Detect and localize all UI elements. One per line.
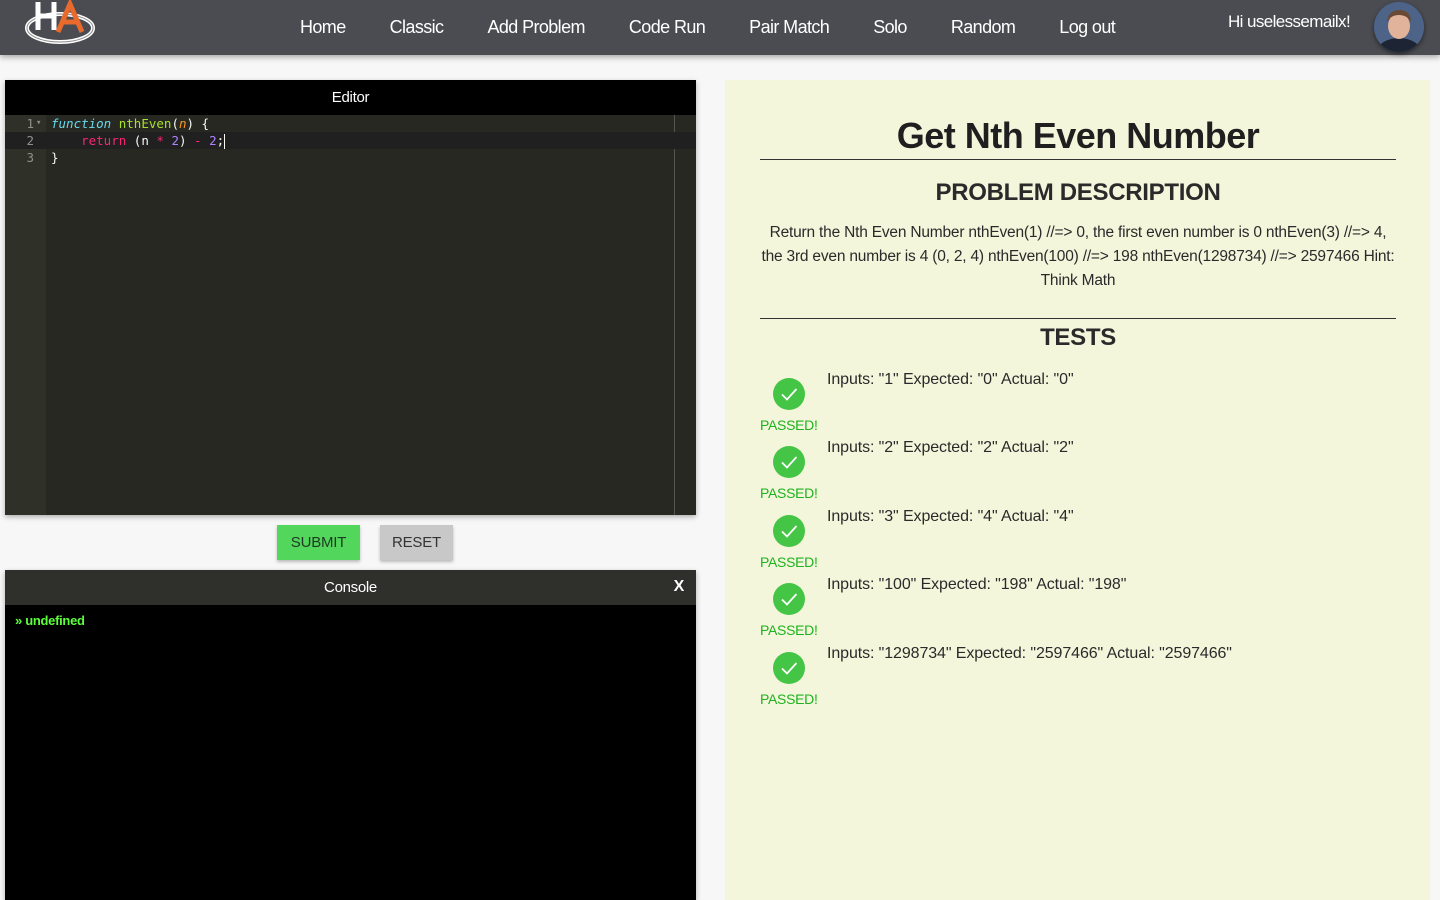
reset-button[interactable]: RESET <box>380 525 453 560</box>
test-details: Inputs: "1298734" Expected: "2597466" Ac… <box>827 645 1232 662</box>
editor-gutter <box>5 115 46 515</box>
nav-log-out[interactable]: Log out <box>1037 0 1137 55</box>
test-status: PASSED! <box>760 691 818 707</box>
code-line[interactable]: 3 } <box>5 149 696 166</box>
editor-header: Editor <box>5 80 696 115</box>
test-status: PASSED! <box>760 554 818 570</box>
user-greeting: Hi uselessemailx! <box>1228 12 1351 31</box>
line-number: 2 <box>26 133 34 148</box>
check-icon <box>773 652 805 684</box>
test-result-row: PASSED! Inputs: "1" Expected: "0" Actual… <box>760 368 1400 436</box>
fold-arrow-icon[interactable]: ▾ <box>36 115 41 132</box>
code-token: 2 <box>209 133 217 148</box>
code-token: ) <box>178 133 195 148</box>
test-details: Inputs: "3" Expected: "4" Actual: "4" <box>827 508 1074 525</box>
code-token: ; <box>216 133 225 148</box>
code-editor-panel: Editor 1 ▾ function nthEven(n) { 2 retur… <box>5 80 696 515</box>
avatar-image <box>1374 2 1424 52</box>
code-token: function <box>51 116 112 131</box>
code-token: } <box>51 150 59 165</box>
test-details: Inputs: "1" Expected: "0" Actual: "0" <box>827 371 1074 388</box>
code-token: 2 <box>171 133 179 148</box>
nav-solo[interactable]: Solo <box>851 0 929 55</box>
problem-title: Get Nth Even Number <box>896 115 1260 156</box>
test-details: Inputs: "100" Expected: "198" Actual: "1… <box>827 576 1127 593</box>
description-heading: PROBLEM DESCRIPTION <box>935 179 1221 206</box>
code-line-active[interactable]: 2 return (n * 2) - 2; <box>5 132 696 149</box>
problem-description: Return the Nth Even Number nthEven(1) //… <box>761 224 1395 289</box>
code-token: - <box>194 133 202 148</box>
text-cursor <box>224 134 226 149</box>
console-header: Console X <box>5 570 696 605</box>
check-icon <box>773 583 805 615</box>
nav-add-problem[interactable]: Add Problem <box>465 0 606 55</box>
submit-button[interactable]: SUBMIT <box>277 525 360 560</box>
code-input-area[interactable]: 1 ▾ function nthEven(n) { 2 return (n * … <box>5 115 696 166</box>
code-token: nthEven <box>118 116 172 131</box>
nav-classic[interactable]: Classic <box>368 0 466 55</box>
console-close-button[interactable]: X <box>674 578 685 596</box>
test-result-row: PASSED! Inputs: "1298734" Expected: "259… <box>760 642 1400 710</box>
test-status: PASSED! <box>760 417 818 433</box>
tests-divider <box>760 318 1396 319</box>
console-title: Console <box>324 579 377 596</box>
logo-icon <box>25 0 95 44</box>
nav-home[interactable]: Home <box>278 0 368 55</box>
check-icon <box>773 378 805 410</box>
code-token: ) { <box>186 116 210 131</box>
editor-print-margin <box>674 115 675 515</box>
code-token: ( <box>171 116 179 131</box>
title-divider <box>760 159 1396 160</box>
code-token: (n <box>126 133 157 148</box>
check-icon <box>773 515 805 547</box>
nav-pair-match[interactable]: Pair Match <box>727 0 851 55</box>
user-avatar[interactable] <box>1374 2 1424 52</box>
problem-panel: Get Nth Even Number PROBLEM DESCRIPTION … <box>725 80 1430 900</box>
main-nav: Home Classic Add Problem Code Run Pair M… <box>278 0 1137 55</box>
code-line[interactable]: 1 ▾ function nthEven(n) { <box>5 115 696 132</box>
test-result-row: PASSED! Inputs: "100" Expected: "198" Ac… <box>760 573 1400 641</box>
line-number: 3 <box>26 150 34 165</box>
code-token: n <box>178 116 187 131</box>
console-output: » undefined <box>15 613 85 628</box>
top-nav-bar: Home Classic Add Problem Code Run Pair M… <box>0 0 1440 55</box>
console-panel: Console X » undefined <box>5 570 696 900</box>
tests-heading: TESTS <box>1040 324 1116 351</box>
line-number: 1 <box>26 116 34 131</box>
test-status: PASSED! <box>760 485 818 501</box>
test-result-row: PASSED! Inputs: "3" Expected: "4" Actual… <box>760 505 1400 573</box>
test-result-row: PASSED! Inputs: "2" Expected: "2" Actual… <box>760 436 1400 504</box>
test-status: PASSED! <box>760 622 818 638</box>
site-logo[interactable] <box>24 0 96 46</box>
code-token: * <box>156 133 164 148</box>
check-icon <box>773 446 805 478</box>
nav-code-run[interactable]: Code Run <box>607 0 727 55</box>
nav-random[interactable]: Random <box>929 0 1037 55</box>
test-details: Inputs: "2" Expected: "2" Actual: "2" <box>827 439 1074 456</box>
code-token: return <box>81 133 127 148</box>
